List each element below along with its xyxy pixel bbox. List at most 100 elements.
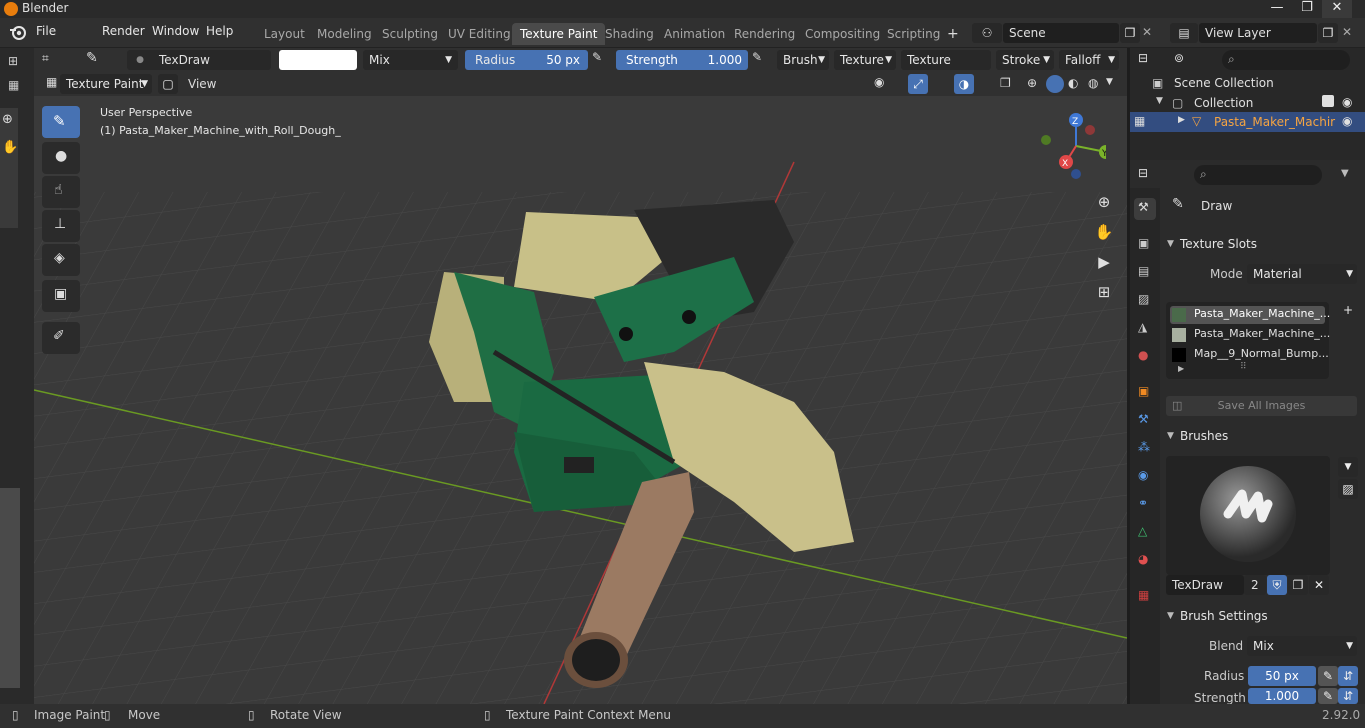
wireframe-shading-icon[interactable]: ⊕ bbox=[1027, 76, 1037, 90]
scene-collection-label[interactable]: Scene Collection bbox=[1174, 76, 1274, 90]
menu-window[interactable]: Window bbox=[152, 24, 199, 38]
object-visibility-eye-icon[interactable]: ◉ bbox=[1342, 114, 1352, 128]
strength-pressure-icon[interactable]: ✎ bbox=[1318, 688, 1338, 704]
brush-image-icon[interactable]: ▨ bbox=[1338, 479, 1358, 499]
display-mode-icon[interactable]: ⊚ bbox=[1174, 51, 1184, 65]
expand-arrow-icon[interactable]: ▶ bbox=[1178, 115, 1185, 125]
add-texture-slot-icon[interactable]: + bbox=[1338, 300, 1358, 320]
list-item[interactable]: Pasta_Maker_Machine_... bbox=[1170, 326, 1330, 344]
strength-slider[interactable]: Strength 1.000 bbox=[616, 50, 748, 70]
pan-hand-icon[interactable]: ✋ bbox=[2, 140, 18, 155]
brush-preview[interactable] bbox=[1166, 456, 1330, 575]
brush-tool-icon[interactable]: ✎ bbox=[86, 50, 98, 66]
new-view-layer-icon[interactable]: ❐ bbox=[1318, 23, 1338, 43]
blend-mode-dropdown[interactable]: Mix ▼ bbox=[363, 50, 458, 70]
brush-strength-slider[interactable]: 1.000 bbox=[1248, 688, 1316, 704]
clone-tool-button[interactable]: ⊥ bbox=[42, 210, 80, 242]
tab-physics[interactable]: ◉ bbox=[1134, 466, 1156, 488]
gizmo-toggle-icon[interactable]: ⤢ bbox=[908, 74, 928, 94]
tab-scene[interactable]: ◮ bbox=[1134, 318, 1156, 340]
tab-scripting[interactable]: Scripting bbox=[879, 23, 948, 45]
tab-modifiers[interactable]: ⚒ bbox=[1134, 410, 1156, 432]
brush-list-chevron-icon[interactable]: ▼ bbox=[1338, 457, 1358, 477]
shading-options-chevron-icon[interactable]: ▼ bbox=[1106, 77, 1113, 87]
overlay-toggle-icon[interactable]: ◑ bbox=[954, 74, 974, 94]
tab-animation[interactable]: Animation bbox=[656, 23, 733, 45]
tab-object[interactable]: ▣ bbox=[1134, 382, 1156, 404]
strength-unit-icon[interactable]: ⇵ bbox=[1338, 688, 1358, 704]
view-menu[interactable]: View bbox=[188, 77, 216, 91]
properties-search-input[interactable]: ⌕ bbox=[1194, 165, 1322, 185]
properties-editor-icon[interactable]: ⊟ bbox=[1138, 166, 1148, 180]
xray-icon[interactable]: ❐ bbox=[1000, 76, 1011, 90]
brush-users-count[interactable]: 2 bbox=[1244, 575, 1266, 595]
expand-arrow-icon[interactable]: ▶ bbox=[1178, 364, 1184, 373]
tab-output[interactable]: ▤ bbox=[1134, 262, 1156, 284]
paint-mask-icon[interactable]: ▢ bbox=[158, 74, 178, 94]
menu-help[interactable]: Help bbox=[206, 24, 233, 38]
solid-shading-icon[interactable] bbox=[1046, 75, 1064, 93]
3d-viewport[interactable]: User Perspective (1) Pasta_Maker_Machine… bbox=[34, 72, 1127, 704]
pan-hand-icon[interactable]: ✋ bbox=[1092, 220, 1116, 244]
perspective-grid-icon[interactable]: ⊞ bbox=[1092, 280, 1116, 304]
new-scene-icon[interactable]: ❐ bbox=[1120, 23, 1140, 43]
mode-selector[interactable]: Texture Paint ▼ bbox=[60, 74, 152, 94]
zoom-icon[interactable]: ⊕ bbox=[1092, 190, 1116, 214]
smear-tool-button[interactable]: ☝ bbox=[42, 176, 80, 208]
duplicate-brush-icon[interactable]: ❐ bbox=[1288, 575, 1308, 595]
tool-options-icon[interactable]: ⌗ bbox=[42, 51, 49, 66]
tab-material[interactable]: ◕ bbox=[1134, 550, 1156, 572]
close-window-button[interactable]: ✕ bbox=[1322, 0, 1352, 18]
brush-name-field[interactable]: TexDraw bbox=[153, 50, 271, 70]
tab-layout[interactable]: Layout bbox=[256, 23, 313, 45]
editor-type-icon[interactable]: ⊞ bbox=[8, 54, 18, 68]
radius-pressure-icon[interactable]: ✎ bbox=[1318, 666, 1338, 686]
tab-compositing[interactable]: Compositing bbox=[797, 23, 888, 45]
minimize-button[interactable]: — bbox=[1262, 0, 1292, 18]
outliner-object-row[interactable]: ▦ ▶ ▽ Pasta_Maker_Machir ◉ bbox=[1130, 112, 1365, 132]
tab-texture[interactable]: ▦ bbox=[1134, 586, 1156, 608]
checker-icon[interactable]: ▦ bbox=[8, 78, 19, 92]
brush-menu[interactable]: Brush ▼ bbox=[777, 50, 829, 70]
maximize-button[interactable]: ❐ bbox=[1292, 0, 1322, 18]
strength-pressure-icon[interactable]: ✎ bbox=[752, 50, 762, 64]
save-all-images-button[interactable]: ◫ Save All Images bbox=[1166, 396, 1357, 416]
remove-view-layer-icon[interactable]: ✕ bbox=[1342, 25, 1352, 39]
expand-arrow-icon[interactable]: ▼ bbox=[1156, 96, 1163, 106]
tab-constraints[interactable]: ⚭ bbox=[1134, 494, 1156, 516]
visibility-eye-icon[interactable]: ◉ bbox=[874, 75, 884, 89]
zoom-icon[interactable]: ⊕ bbox=[2, 112, 13, 127]
add-workspace-button[interactable]: + bbox=[939, 23, 967, 45]
camera-view-icon[interactable]: ▶ bbox=[1092, 250, 1116, 274]
tab-rendering[interactable]: Rendering bbox=[726, 23, 803, 45]
tab-tool-settings[interactable]: ⚒ bbox=[1134, 198, 1156, 220]
texture-menu[interactable]: Texture ▼ bbox=[834, 50, 896, 70]
unlink-brush-icon[interactable]: ✕ bbox=[1309, 575, 1329, 595]
tab-uv-editing[interactable]: UV Editing bbox=[440, 23, 519, 45]
scene-name-field[interactable]: Scene bbox=[1003, 23, 1119, 43]
radius-pressure-icon[interactable]: ✎ bbox=[592, 50, 602, 64]
menu-file[interactable]: File bbox=[36, 24, 56, 38]
outliner-editor-icon[interactable]: ⊟ bbox=[1138, 51, 1148, 65]
outliner-search-input[interactable]: ⌕ bbox=[1222, 50, 1350, 70]
texture-slots-section-header[interactable]: ▼ Texture Slots bbox=[1160, 233, 1365, 255]
tab-texture-paint[interactable]: Texture Paint bbox=[512, 23, 606, 45]
list-item[interactable]: Pasta_Maker_Machine_... bbox=[1170, 306, 1330, 324]
rendered-shading-icon[interactable]: ◍ bbox=[1088, 76, 1098, 90]
options-chevron-icon[interactable]: ▼ bbox=[1341, 168, 1349, 179]
brush-preview-icon[interactable]: ● bbox=[127, 50, 153, 70]
menu-render[interactable]: Render bbox=[102, 24, 145, 38]
radius-unit-icon[interactable]: ⇵ bbox=[1338, 666, 1358, 686]
collection-visibility-eye-icon[interactable]: ◉ bbox=[1342, 95, 1352, 109]
brush-radius-slider[interactable]: 50 px bbox=[1248, 666, 1316, 686]
collection-label[interactable]: Collection bbox=[1194, 96, 1253, 110]
brush-settings-section-header[interactable]: ▼ Brush Settings bbox=[1160, 605, 1365, 627]
tab-world[interactable]: ● bbox=[1134, 346, 1156, 368]
tab-shading[interactable]: Shading bbox=[597, 23, 662, 45]
brushes-section-header[interactable]: ▼ Brushes bbox=[1160, 425, 1365, 447]
blender-menu-icon[interactable] bbox=[9, 24, 27, 40]
tab-data[interactable]: △ bbox=[1134, 522, 1156, 544]
brush-blend-dropdown[interactable]: Mix ▼ bbox=[1247, 636, 1357, 656]
tab-render[interactable]: ▣ bbox=[1134, 234, 1156, 256]
view-layer-icon[interactable]: ▤ bbox=[1170, 23, 1198, 43]
